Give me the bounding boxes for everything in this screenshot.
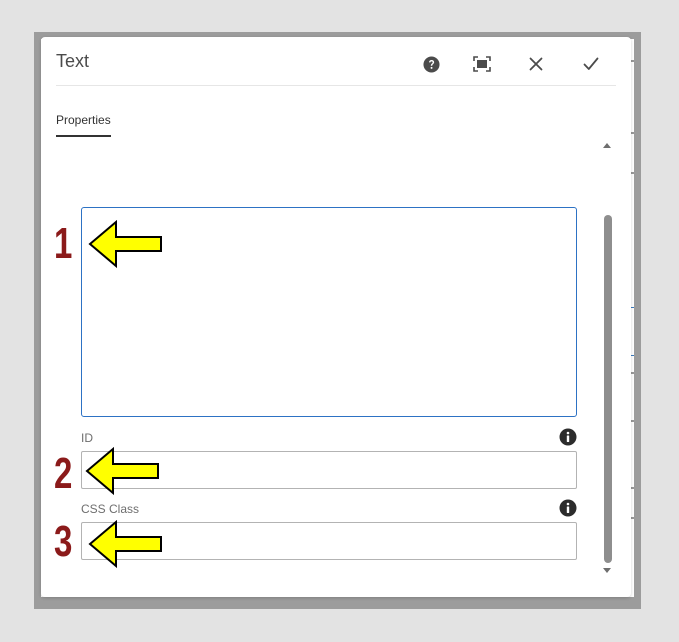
text-dialog: Text Properties ID CSS Class xyxy=(41,37,631,597)
done-button[interactable] xyxy=(578,51,604,77)
fullscreen-icon xyxy=(473,56,491,72)
tab-properties[interactable]: Properties xyxy=(56,113,111,137)
help-circle-icon xyxy=(422,55,440,73)
annotation-number-3: 3 xyxy=(54,517,73,566)
dialog-content: ID CSS Class xyxy=(41,137,631,577)
yellow-arrow-icon xyxy=(85,447,159,496)
fullscreen-button[interactable] xyxy=(469,51,495,77)
scroll-up-icon[interactable] xyxy=(602,141,612,149)
id-label: ID xyxy=(81,431,93,445)
css-class-label: CSS Class xyxy=(81,502,140,516)
vertical-scrollbar[interactable] xyxy=(599,137,615,582)
help-button[interactable] xyxy=(418,51,444,77)
scrollbar-thumb[interactable] xyxy=(604,215,612,563)
info-icon[interactable] xyxy=(559,428,577,446)
checkmark-icon xyxy=(583,57,599,70)
yellow-arrow-icon xyxy=(88,520,162,569)
close-button[interactable] xyxy=(523,51,549,77)
header-divider xyxy=(56,85,616,86)
info-icon[interactable] xyxy=(559,499,577,517)
close-icon xyxy=(529,57,543,71)
annotation-number-2: 2 xyxy=(54,449,73,498)
scroll-down-icon[interactable] xyxy=(602,567,612,575)
dialog-title: Text xyxy=(56,51,90,71)
annotation-number-1: 1 xyxy=(54,219,73,268)
yellow-arrow-icon xyxy=(88,220,162,269)
